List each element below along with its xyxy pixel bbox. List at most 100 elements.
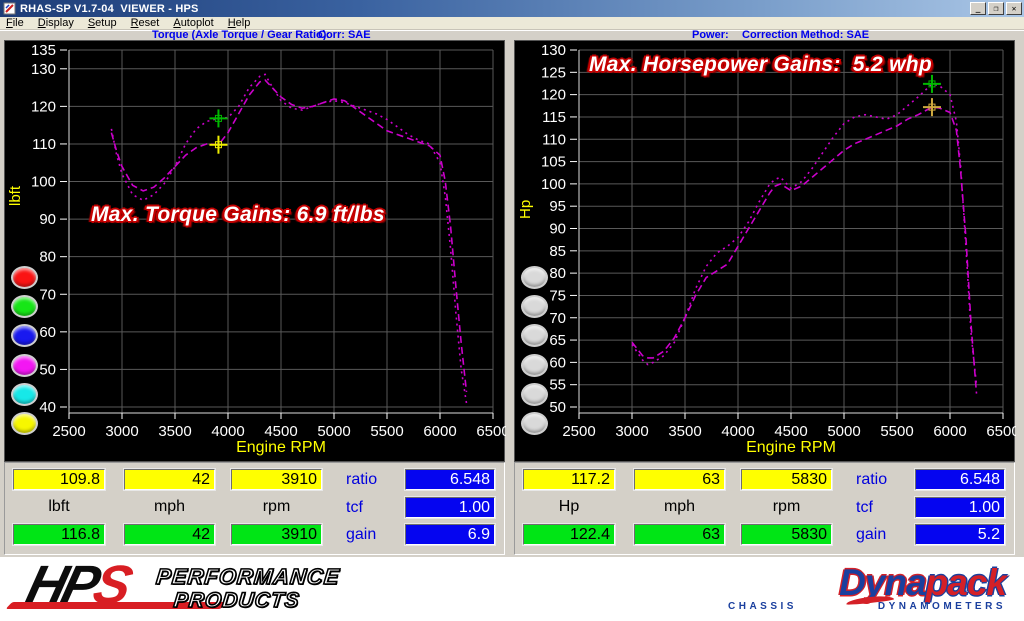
svg-text:100: 100 — [31, 174, 56, 191]
svg-text:5500: 5500 — [880, 423, 913, 440]
svg-text:6000: 6000 — [933, 423, 966, 440]
gain-label: gain — [856, 524, 906, 545]
svg-text:120: 120 — [31, 98, 56, 115]
svg-text:135: 135 — [31, 42, 56, 59]
channel-button-4[interactable] — [11, 383, 38, 406]
channel-button-0[interactable] — [521, 266, 548, 289]
rpm-unit-label: rpm — [231, 497, 322, 518]
ratio-label: ratio — [856, 469, 906, 490]
titlebar[interactable]: RHAS-SP V1.7-04 VIEWER - HPS _ ❐ ✕ — [0, 0, 1024, 17]
channel-button-0[interactable] — [11, 266, 38, 289]
torque-data-group: 109.8 42 3910 lbft mph rpm 116.8 42 3910… — [4, 462, 505, 555]
power-run2-value: 122.4 — [523, 524, 615, 545]
rpm-unit-label: rpm — [741, 497, 832, 518]
hps-logo: HPS PERFORMANCE PRODUCTS — [28, 559, 338, 613]
svg-text:50: 50 — [39, 361, 56, 378]
svg-text:3000: 3000 — [615, 423, 648, 440]
torque-chart-panel: 1351301201101009080706050402500300035004… — [4, 40, 505, 462]
svg-text:60: 60 — [549, 354, 566, 371]
power-chart-panel: 1301251201151101051009590858075706560555… — [514, 40, 1015, 462]
svg-text:5000: 5000 — [317, 423, 350, 440]
dynapack-chassis-text: CHASSIS — [728, 601, 797, 612]
channel-button-3[interactable] — [521, 354, 548, 377]
svg-text:100: 100 — [541, 176, 566, 193]
speed-unit-label: mph — [124, 497, 215, 518]
hps-products-text: PRODUCTS — [153, 589, 339, 613]
power-gain-annotation: Max. Horsepower Gains: 5.2 whp — [589, 53, 932, 77]
svg-text:4000: 4000 — [721, 423, 754, 440]
power-run1-value: 117.2 — [523, 469, 615, 490]
power-y-axis-label: Hp — [517, 200, 534, 219]
svg-text:120: 120 — [541, 87, 566, 104]
svg-text:60: 60 — [39, 324, 56, 341]
svg-text:5000: 5000 — [827, 423, 860, 440]
torque-run2-rpm: 3910 — [231, 524, 322, 545]
torque-run1-rpm: 3910 — [231, 469, 322, 490]
svg-text:130: 130 — [31, 61, 56, 78]
dynapack-pack-text: pack — [926, 562, 1006, 603]
svg-text:115: 115 — [542, 109, 566, 126]
svg-text:90: 90 — [39, 211, 56, 228]
menu-setup[interactable]: Setup — [88, 17, 117, 29]
charts-row: 1351301201101009080706050402500300035004… — [0, 40, 1024, 462]
torque-run1-speed: 42 — [124, 469, 215, 490]
menu-file[interactable]: File — [6, 17, 24, 29]
power-unit-label: Hp — [523, 497, 615, 518]
close-button[interactable]: ✕ — [1006, 2, 1022, 15]
speed-unit-label: mph — [634, 497, 725, 518]
torque-y-axis-label: lbft — [7, 186, 24, 206]
torque-chart: 1351301201101009080706050402500300035004… — [5, 41, 506, 461]
svg-text:90: 90 — [549, 221, 566, 238]
svg-text:70: 70 — [549, 310, 566, 327]
ratio-label: ratio — [346, 469, 396, 490]
svg-text:6000: 6000 — [423, 423, 456, 440]
svg-text:50: 50 — [549, 399, 566, 416]
power-x-axis-label: Engine RPM — [579, 439, 1003, 457]
menu-help[interactable]: Help — [228, 17, 251, 29]
channel-button-5[interactable] — [11, 412, 38, 435]
minimize-button[interactable]: _ — [970, 2, 986, 15]
svg-text:110: 110 — [32, 136, 56, 153]
power-chart: 1301251201151101051009590858075706560555… — [515, 41, 1016, 461]
channel-button-4[interactable] — [521, 383, 548, 406]
svg-text:65: 65 — [549, 332, 566, 349]
app-icon — [3, 2, 16, 15]
svg-text:125: 125 — [541, 64, 566, 81]
power-run1-rpm: 5830 — [741, 469, 832, 490]
app-window: RHAS-SP V1.7-04 VIEWER - HPS _ ❐ ✕ File … — [0, 0, 1024, 621]
gain-label: gain — [346, 524, 396, 545]
window-title: RHAS-SP V1.7-04 VIEWER - HPS — [20, 3, 199, 15]
svg-text:75: 75 — [549, 287, 566, 304]
svg-text:5500: 5500 — [370, 423, 403, 440]
svg-text:80: 80 — [549, 265, 566, 282]
menu-display[interactable]: Display — [38, 17, 74, 29]
menu-autoplot[interactable]: Autoplot — [173, 17, 213, 29]
svg-text:70: 70 — [39, 286, 56, 303]
data-row: 109.8 42 3910 lbft mph rpm 116.8 42 3910… — [0, 462, 1024, 557]
svg-text:95: 95 — [549, 198, 566, 215]
svg-text:2500: 2500 — [562, 423, 595, 440]
channel-button-3[interactable] — [11, 354, 38, 377]
dynapack-logo: Dynapack CHASSIS DYNAMOMETERS — [728, 565, 1006, 612]
restore-button[interactable]: ❐ — [988, 2, 1004, 15]
torque-tcf-value: 1.00 — [405, 497, 495, 518]
svg-text:80: 80 — [39, 249, 56, 266]
torque-gain-annotation: Max. Torque Gains: 6.9 ft/lbs — [91, 203, 385, 227]
channel-button-5[interactable] — [521, 412, 548, 435]
svg-text:4000: 4000 — [211, 423, 244, 440]
svg-text:4500: 4500 — [264, 423, 297, 440]
menu-reset[interactable]: Reset — [131, 17, 160, 29]
svg-text:6500: 6500 — [476, 423, 506, 440]
logo-band: HPS PERFORMANCE PRODUCTS Dynapack CHASSI… — [0, 557, 1024, 621]
svg-text:40: 40 — [39, 399, 56, 416]
svg-text:55: 55 — [549, 377, 566, 394]
svg-text:130: 130 — [541, 42, 566, 59]
svg-text:2500: 2500 — [52, 423, 85, 440]
header-strip: Torque (Axle Torque / Gear Ratio): Corr:… — [0, 30, 1024, 40]
power-run2-rpm: 5830 — [741, 524, 832, 545]
torque-run2-value: 116.8 — [13, 524, 105, 545]
power-run1-speed: 63 — [634, 469, 725, 490]
svg-text:3000: 3000 — [105, 423, 138, 440]
tcf-label: tcf — [346, 497, 396, 518]
power-gain-value: 5.2 — [915, 524, 1005, 545]
